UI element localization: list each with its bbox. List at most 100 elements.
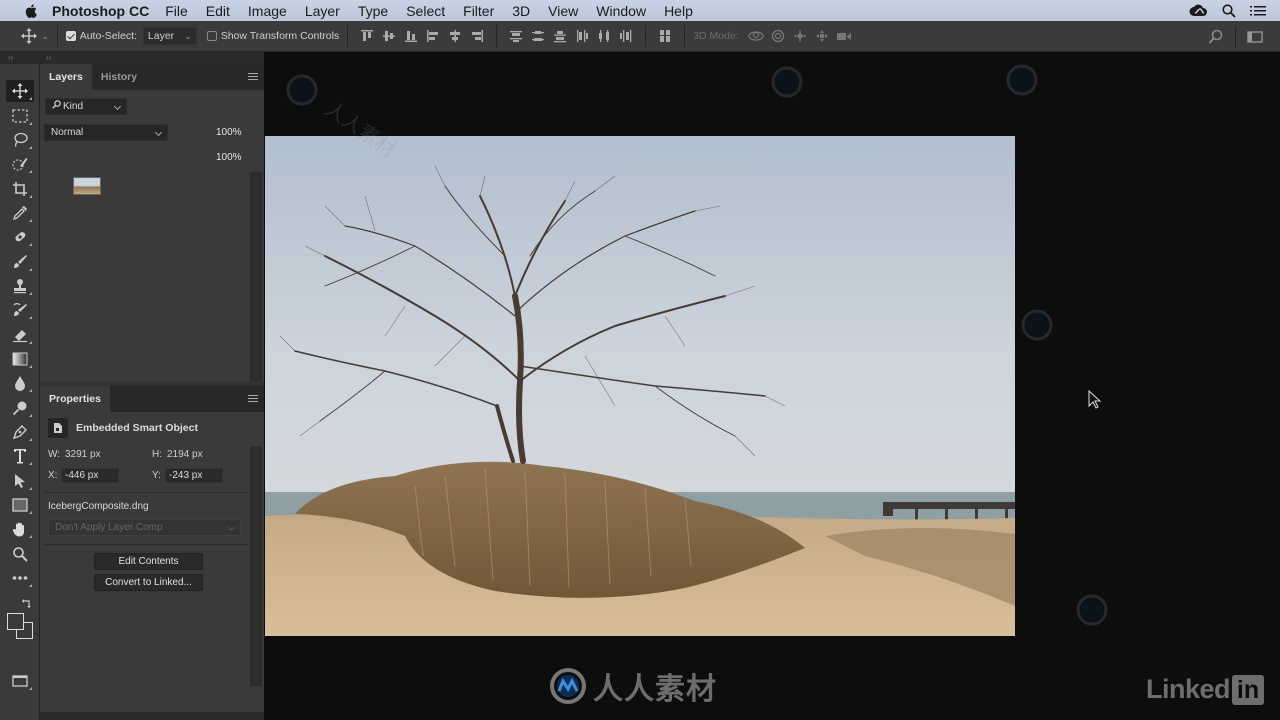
distribute-horizontal-centers-icon[interactable] — [593, 25, 615, 47]
swap-colors-icon[interactable] — [22, 595, 32, 613]
tab-layers[interactable]: Layers — [40, 64, 92, 90]
clone-stamp-tool[interactable] — [6, 275, 34, 297]
show-transform-checkbox[interactable] — [206, 31, 217, 41]
menu-type[interactable]: Type — [358, 3, 388, 19]
height-label: H: — [152, 449, 162, 460]
y-position-input[interactable]: -243 px — [165, 468, 223, 483]
linkedin-logo-text: Linked — [1146, 674, 1231, 704]
history-brush-icon — [13, 303, 27, 316]
collapse-panels-icon[interactable]: ‹‹ — [46, 52, 51, 64]
layer-comp-dropdown[interactable]: Don't Apply Layer Comp — [48, 519, 241, 536]
notification-list-icon[interactable] — [1250, 5, 1266, 17]
history-brush-tool[interactable] — [6, 299, 34, 321]
menu-3d[interactable]: 3D — [512, 3, 530, 19]
x-position-input[interactable]: -446 px — [61, 468, 119, 483]
rectangular-marquee-tool[interactable] — [6, 105, 34, 127]
app-name[interactable]: Photoshop CC — [52, 3, 149, 19]
pen-tool[interactable] — [6, 421, 34, 443]
screen-mode-icon — [12, 675, 28, 687]
lasso-tool[interactable] — [6, 129, 34, 151]
eyedropper-tool[interactable] — [6, 202, 34, 224]
screen-mode-button[interactable] — [6, 670, 34, 692]
menu-select[interactable]: Select — [406, 3, 445, 19]
convert-to-linked-button[interactable]: Convert to Linked... — [94, 574, 203, 591]
divider — [645, 25, 647, 47]
brush-tool[interactable] — [6, 251, 34, 273]
distribute-vertical-centers-icon[interactable] — [527, 25, 549, 47]
properties-scrollbar[interactable] — [250, 446, 262, 686]
panel-menu-icon[interactable] — [248, 73, 258, 81]
hand-tool[interactable] — [6, 518, 34, 540]
zoom-tool[interactable] — [6, 543, 34, 565]
canvas-area[interactable]: 人人素材 人人素材 Linked in — [264, 52, 1280, 720]
blur-tool[interactable] — [6, 372, 34, 394]
menu-file[interactable]: File — [165, 3, 188, 19]
move-tool-preset-icon[interactable] — [18, 25, 40, 47]
creative-cloud-icon[interactable] — [1188, 4, 1208, 18]
auto-select-checkbox[interactable] — [65, 31, 76, 41]
distribute-top-icon[interactable] — [505, 25, 527, 47]
align-top-edges-icon[interactable] — [356, 25, 378, 47]
layer-thumbnail[interactable] — [73, 177, 101, 195]
3d-camera-icon[interactable] — [833, 25, 855, 47]
align-left-edges-icon[interactable] — [422, 25, 444, 47]
edit-toolbar-button[interactable] — [6, 567, 34, 589]
tab-properties[interactable]: Properties — [40, 386, 110, 412]
height-value: 2194 px — [167, 449, 203, 460]
filter-kind-value: Kind — [63, 101, 84, 112]
distribute-bottom-icon[interactable] — [549, 25, 571, 47]
foreground-color-swatch[interactable] — [7, 613, 24, 630]
move-tool[interactable] — [6, 80, 34, 102]
3d-roll-icon[interactable] — [767, 25, 789, 47]
eraser-tool[interactable] — [6, 324, 34, 346]
tab-history[interactable]: History — [92, 64, 146, 90]
renren-logo-text: 人人素材 — [593, 672, 717, 707]
auto-align-layers-icon[interactable] — [654, 25, 676, 47]
panel-menu-icon[interactable] — [248, 395, 258, 403]
path-selection-tool[interactable] — [6, 470, 34, 492]
opacity-value[interactable]: 100% — [216, 127, 242, 138]
linkedin-logo: Linked in — [1146, 674, 1265, 705]
align-vertical-centers-icon[interactable] — [378, 25, 400, 47]
type-tool[interactable] — [6, 445, 34, 467]
distribute-left-icon[interactable] — [571, 25, 593, 47]
menu-edit[interactable]: Edit — [206, 3, 230, 19]
spotlight-search-icon[interactable] — [1222, 3, 1236, 18]
menu-view[interactable]: View — [548, 3, 578, 19]
3d-mode-label: 3D Mode: — [693, 30, 739, 42]
workspace-switcher-icon[interactable] — [1244, 26, 1266, 48]
align-horizontal-centers-icon[interactable] — [444, 25, 466, 47]
divider — [44, 544, 248, 545]
tool-preset-chevron-icon[interactable]: ⌄ — [42, 32, 49, 41]
edit-contents-button[interactable]: Edit Contents — [94, 553, 203, 570]
apple-icon[interactable] — [22, 3, 40, 18]
menu-filter[interactable]: Filter — [463, 3, 494, 19]
menu-layer[interactable]: Layer — [305, 3, 340, 19]
3d-pan-icon[interactable] — [789, 25, 811, 47]
fill-value[interactable]: 100% — [216, 152, 242, 163]
panels-column: Layers History Kind Normal 100% 100% Pro… — [40, 64, 264, 720]
auto-select-target-dropdown[interactable]: Layer ⌄ — [142, 27, 197, 45]
expand-toolbar-icon[interactable]: ›› — [8, 52, 13, 64]
blend-mode-dropdown[interactable]: Normal — [44, 124, 168, 141]
3d-slide-icon[interactable] — [811, 25, 833, 47]
crop-tool[interactable] — [6, 178, 34, 200]
menu-image[interactable]: Image — [248, 3, 287, 19]
distribute-right-icon[interactable] — [615, 25, 637, 47]
brush-icon — [14, 255, 27, 268]
layer-filter-dropdown[interactable]: Kind — [45, 98, 127, 115]
3d-orbit-icon[interactable] — [745, 25, 767, 47]
quick-selection-tool[interactable] — [6, 153, 34, 175]
align-right-edges-icon[interactable] — [466, 25, 488, 47]
gradient-tool[interactable] — [6, 348, 34, 370]
layers-scrollbar[interactable] — [250, 172, 262, 382]
document-image[interactable] — [265, 136, 1015, 636]
align-bottom-edges-icon[interactable] — [400, 25, 422, 47]
rectangle-tool[interactable] — [6, 494, 34, 516]
menu-help[interactable]: Help — [664, 3, 693, 19]
menu-window[interactable]: Window — [596, 3, 646, 19]
search-icon[interactable] — [1205, 26, 1227, 48]
healing-brush-tool[interactable] — [6, 226, 34, 248]
chevron-down-icon: ⌄ — [184, 30, 192, 41]
dodge-tool[interactable] — [6, 397, 34, 419]
